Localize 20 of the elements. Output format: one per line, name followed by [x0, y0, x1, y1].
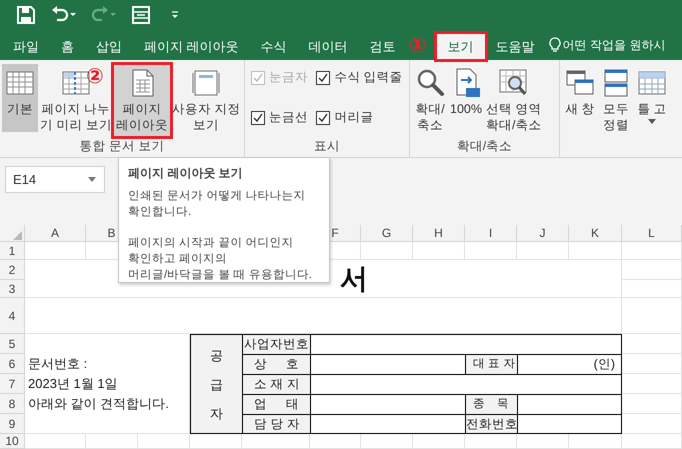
cell-text: 아래와 같이 견적합니다. [28, 395, 170, 413]
cell-text: 문서번호 : [28, 355, 88, 373]
table-cell: 담 당 자 [243, 415, 311, 434]
tooltip-text: 인쇄된 문서가 어떻게 나타나는지 확인합니다. [128, 189, 306, 220]
table-cell: 업 태 [243, 395, 311, 415]
table-cell: 공급자 [191, 335, 243, 434]
table-cell: 사업자번호 [243, 335, 311, 355]
table-cell: (인) [518, 355, 622, 375]
tooltip-title: 페이지 레이아웃 보기 [128, 165, 244, 182]
cell-text: 2023년 1월 1일 [28, 375, 119, 393]
table-cell: 종 목 [466, 395, 518, 415]
table-cell: 대 표 자 [466, 355, 518, 375]
table-cell: 전화번호 [466, 415, 518, 434]
table-cell: 상 호 [243, 355, 311, 375]
table-cell: 소 재 지 [243, 375, 311, 395]
group-label: 확대/축소 [456, 138, 514, 155]
document-title: 서 [340, 262, 368, 296]
step-number: ① [408, 33, 426, 57]
group-label: 표시 [313, 138, 341, 155]
group-label: 통합 문서 보기 [78, 138, 166, 155]
